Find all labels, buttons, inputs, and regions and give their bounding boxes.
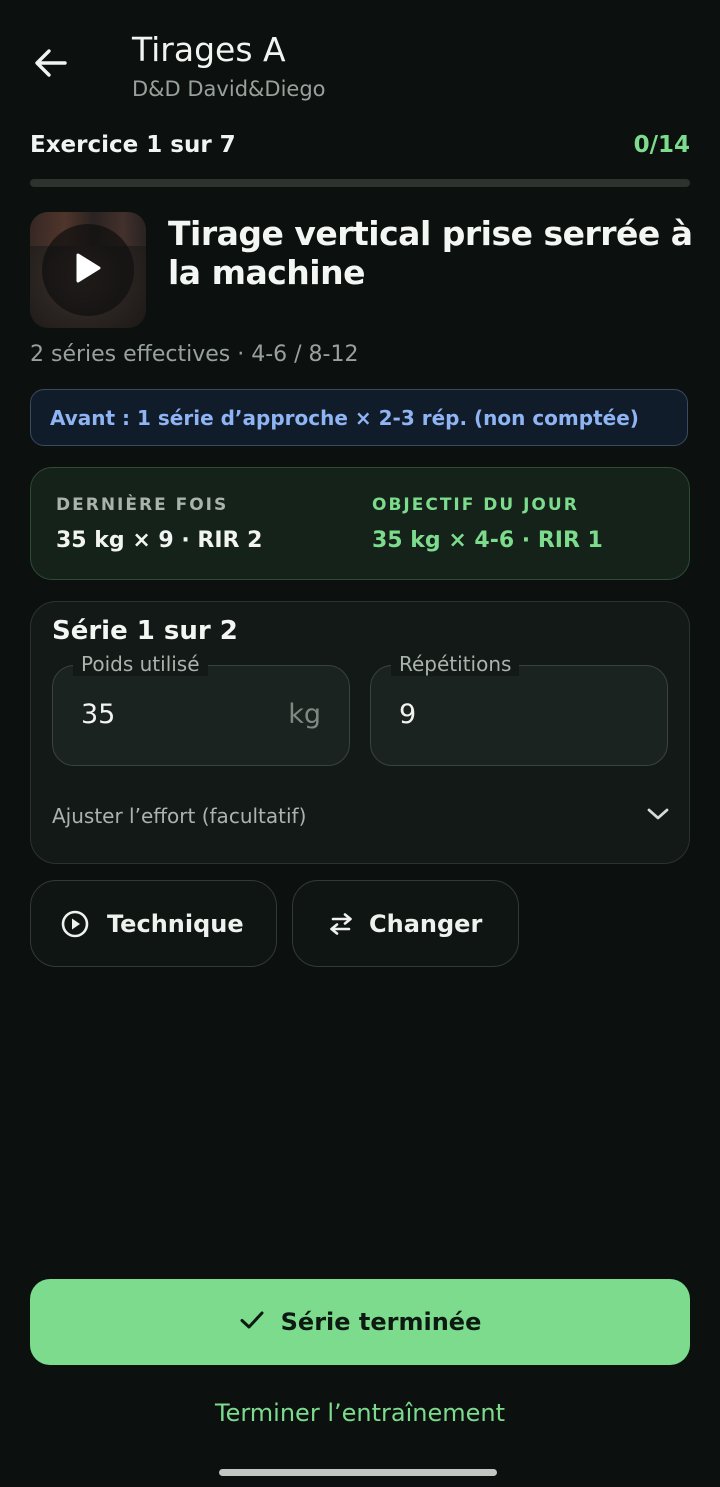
reps-field-label: Répétitions: [391, 652, 520, 676]
reps-field[interactable]: Répétitions 9: [370, 652, 668, 766]
play-button[interactable]: [42, 224, 134, 316]
exercise-counter: Exercice 1 sur 7: [30, 132, 236, 158]
effort-adjust-label: Ajuster l’effort (facultatif): [52, 804, 307, 828]
technique-label: Technique: [107, 910, 244, 938]
daily-goal-label: OBJECTIF DU JOUR: [372, 495, 579, 515]
change-exercise-button[interactable]: Changer: [292, 880, 519, 967]
complete-set-label: Série terminée: [280, 1308, 482, 1336]
reps-input[interactable]: 9: [399, 699, 416, 730]
complete-set-button[interactable]: Série terminée: [30, 1279, 690, 1365]
home-indicator[interactable]: [219, 1469, 497, 1476]
last-time-label: DERNIÈRE FOIS: [56, 495, 229, 515]
last-time-value: 35 kg × 9 · RIR 2: [56, 528, 263, 553]
effort-adjust-toggle[interactable]: Ajuster l’effort (facultatif): [52, 795, 670, 837]
technique-button[interactable]: Technique: [30, 880, 277, 967]
set-title: Série 1 sur 2: [52, 616, 238, 646]
chevron-down-icon: [646, 806, 670, 826]
page-title: Tirages A: [132, 30, 286, 69]
daily-goal-value: 35 kg × 4-6 · RIR 1: [372, 528, 603, 553]
finish-workout-link[interactable]: Terminer l’entraînement: [0, 1399, 720, 1427]
warmup-note: Avant : 1 série d’approche × 2-3 rép. (n…: [30, 389, 688, 446]
swap-icon: [326, 909, 356, 939]
play-circle-icon: [60, 909, 90, 939]
change-label: Changer: [369, 910, 483, 938]
exercise-meta: 2 séries effectives · 4-6 / 8-12: [30, 342, 359, 367]
exercise-video-thumbnail[interactable]: [30, 212, 146, 328]
complete-set-content: Série terminée: [30, 1279, 690, 1365]
sets-progress-count: 0/14: [633, 132, 690, 158]
weight-field-label: Poids utilisé: [73, 652, 208, 676]
set-entry-card: Série 1 sur 2 Poids utilisé 35 kg Répéti…: [30, 601, 690, 864]
weight-unit: kg: [288, 699, 321, 730]
progress-bar: [30, 179, 690, 187]
warmup-note-text: Avant : 1 série d’approche × 2-3 rép. (n…: [50, 405, 639, 430]
exercise-name: Tirage vertical prise serrée à la machin…: [168, 214, 693, 292]
page-subtitle: D&D David&Diego: [132, 77, 326, 101]
play-icon: [73, 251, 103, 289]
workout-screen: Tirages A D&D David&Diego Exercice 1 sur…: [0, 0, 720, 1487]
performance-summary-card: DERNIÈRE FOIS 35 kg × 9 · RIR 2 OBJECTIF…: [30, 467, 690, 580]
arrow-left-icon: [34, 48, 68, 82]
check-icon: [239, 1309, 265, 1335]
weight-field[interactable]: Poids utilisé 35 kg: [52, 652, 350, 766]
back-button[interactable]: [26, 40, 76, 90]
weight-input[interactable]: 35: [81, 699, 115, 730]
